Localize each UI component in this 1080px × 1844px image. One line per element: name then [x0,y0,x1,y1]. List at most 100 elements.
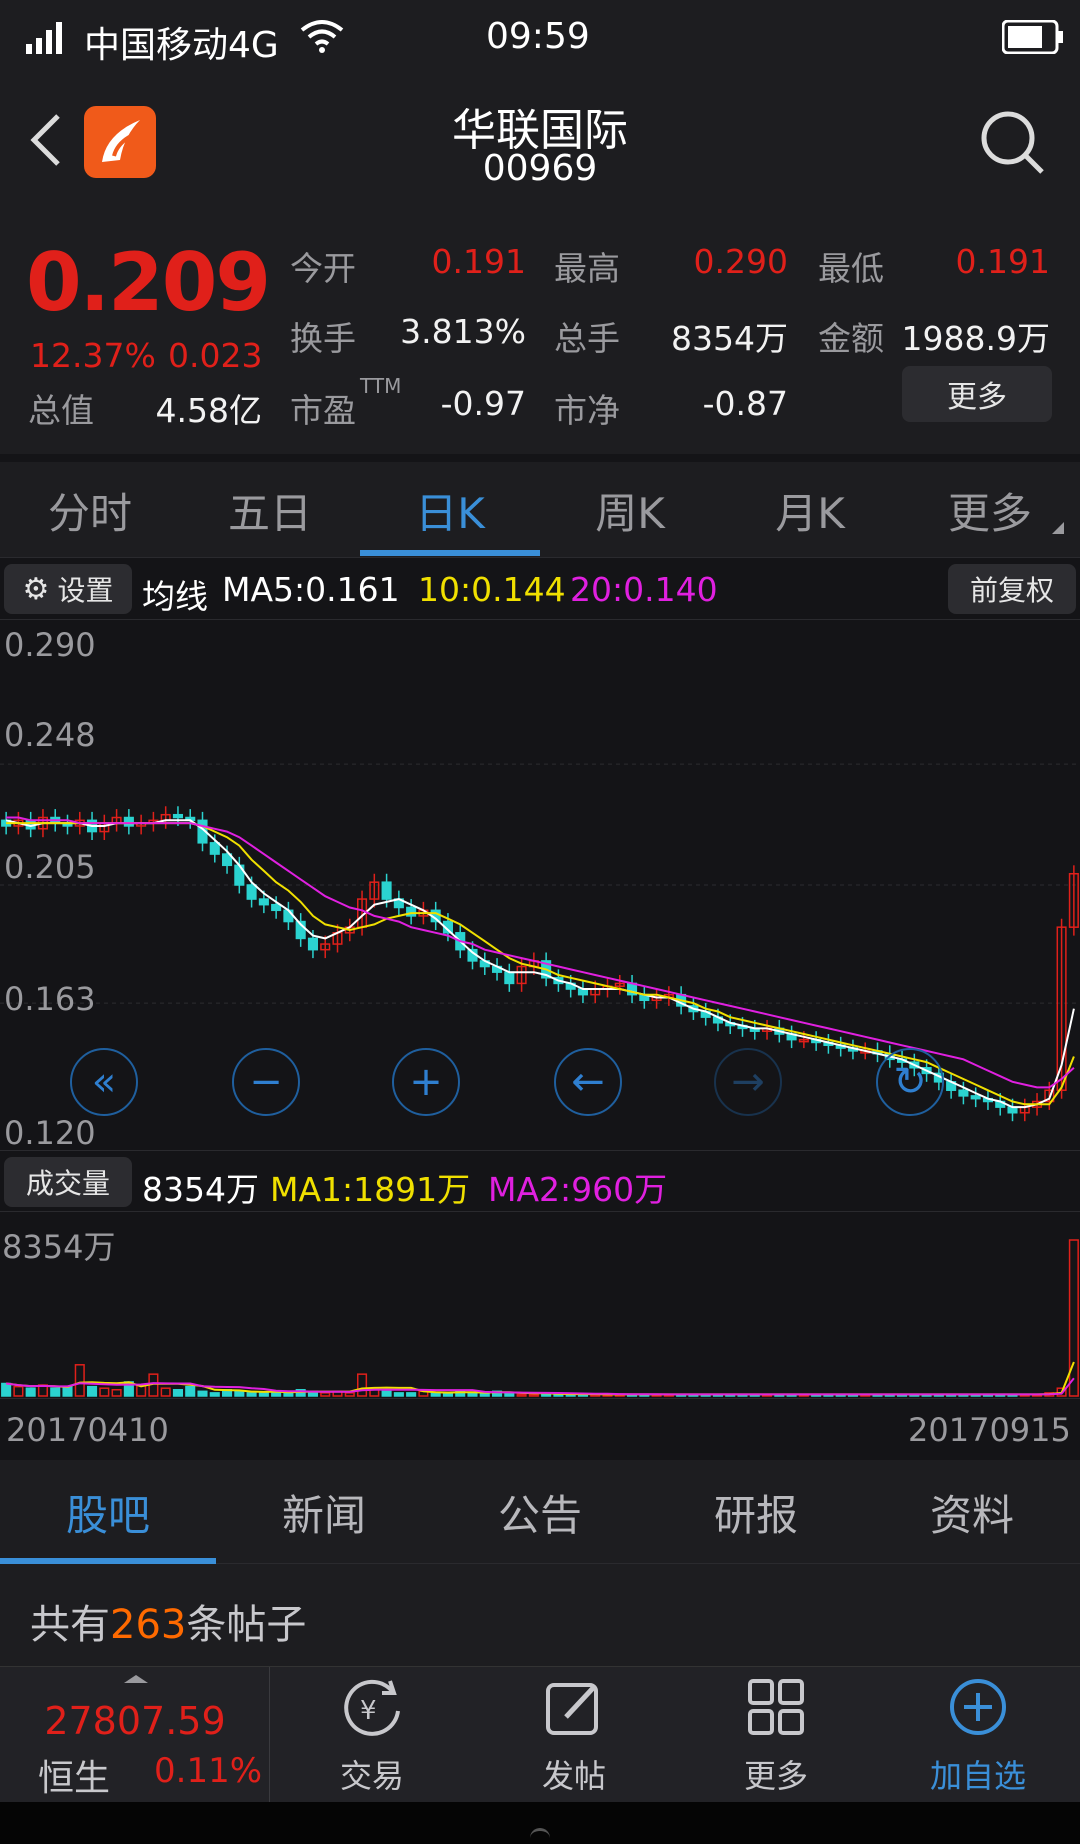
scroll-start-button[interactable]: « [70,1048,138,1116]
volume-bar [381,1390,392,1397]
volume-bar [320,1392,331,1397]
tab-announcements[interactable]: 公告 [432,1482,648,1543]
index-expand-icon [124,1675,148,1683]
stock-code: 00969 [482,148,598,189]
kline-chart[interactable]: 0.290 0.248 0.205 0.163 0.120 « − + ← → … [0,620,1080,1152]
tab-research[interactable]: 研报 [648,1482,864,1543]
chart-tabs: 分时 五日 日K 周K 月K 更多 [0,462,1080,558]
tab-more-indicator-icon [1052,522,1064,534]
svg-text:¥: ¥ [360,1696,377,1726]
candle-body [258,898,269,906]
trade-button[interactable]: 交易 [272,1751,472,1797]
tab-five-day[interactable]: 五日 [180,480,360,541]
volume-plot [1,1239,1079,1397]
volume-indicator-button[interactable]: 成交量 [4,1157,132,1207]
volume-bar [528,1393,539,1397]
add-watchlist-button[interactable]: 加自选 [878,1751,1078,1797]
settings-button[interactable]: ⚙ 设置 [4,564,132,614]
pb-label: 市净 [554,391,620,430]
tab-forum[interactable]: 股吧 [0,1482,216,1543]
y-tick-2: 0.205 [4,848,96,886]
scroll-left-button[interactable]: ← [554,1048,622,1116]
carrier-label: 中国移动4G [84,25,279,66]
settings-label: 设置 [57,574,114,607]
tab-intraday[interactable]: 分时 [0,480,180,541]
more-menu-button[interactable]: 更多 [676,1751,876,1797]
ma20-value: 20:0.140 [570,570,718,609]
volume-max-label: 8354万 [2,1228,116,1266]
more-button[interactable]: 更多 [902,366,1052,422]
home-indicator[interactable] [530,1828,550,1838]
post-count-suffix: 条帖子 [186,1602,307,1648]
amount-value: 1988.9万 [901,319,1050,358]
trade-icon: ¥ [338,1677,406,1741]
high-label: 最高 [554,249,620,288]
volume-bar [13,1385,24,1397]
amount-label: 金额 [818,319,884,358]
search-icon[interactable] [978,108,1046,180]
low-label: 最低 [818,249,884,288]
volume-ma1-line [5,1361,1075,1396]
ma20-line [6,816,1075,1089]
zoom-in-button[interactable]: + [392,1048,460,1116]
battery-icon [1001,19,1064,58]
volume-bar [1,1382,12,1397]
post-count-text: 共有263条帖子 [30,1592,306,1650]
wifi-icon [300,18,344,58]
volume-label: 总手 [554,319,620,358]
candle-body [970,1095,981,1100]
y-tick-3: 0.163 [4,980,96,1018]
index-name: 恒生 [38,1758,111,1799]
volume-value: 8354万 [671,319,788,358]
change-pct: 12.37% [30,336,156,375]
volume-bar [172,1389,183,1397]
volume-bar [160,1387,171,1397]
back-icon[interactable] [28,112,64,172]
adjust-button[interactable]: 前复权 [948,564,1076,614]
low-value: 0.191 [955,242,1050,281]
index-widget[interactable]: 27807.59 恒生 0.11% [0,1667,270,1803]
bottom-bar: 27807.59 恒生 0.11% ¥ 交易 发帖 更多 加自选 [0,1666,1080,1803]
post-count-prefix: 共有 [30,1602,110,1648]
tab-weekly-k[interactable]: 周K [540,480,720,541]
candle-body [271,903,282,912]
pe-value: -0.97 [440,384,526,423]
volume-ma2-line [5,1377,1075,1396]
volume-bar [99,1387,110,1397]
post-button[interactable]: 发帖 [474,1751,674,1797]
post-count-number: 263 [110,1602,187,1648]
last-price: 0.209 [26,236,271,329]
app-header: 华联国际 00969 [0,80,1080,200]
change-amount: 0.023 [168,336,263,375]
candle-body [504,971,515,985]
volume-bar [406,1392,417,1397]
turnover-value: 3.813% [400,312,526,351]
scroll-right-button[interactable]: → [714,1048,782,1116]
volume-bar [357,1373,368,1397]
clock: 09:59 [486,16,590,57]
volume-chart[interactable]: 8354万 [0,1212,1080,1398]
volume-bar [1068,1239,1079,1397]
gear-icon: ⚙ [22,571,50,607]
volume-bar [393,1392,404,1397]
reset-button[interactable]: ↻ [876,1048,944,1116]
volume-bar [234,1390,245,1397]
zoom-out-button[interactable]: − [232,1048,300,1116]
start-date: 20170410 [6,1411,169,1449]
tab-monthly-k[interactable]: 月K [720,480,900,541]
y-tick-0: 0.290 [4,626,96,664]
system-nav-bar [0,1802,1080,1844]
tab-news[interactable]: 新闻 [216,1482,432,1543]
volume-bar [50,1387,61,1397]
y-tick-4: 0.120 [4,1114,96,1152]
ma10-value: 10:0.144 [418,570,566,609]
tab-daily-k[interactable]: 日K [360,480,540,541]
tab-profile[interactable]: 资料 [864,1482,1080,1543]
ma5-value: MA5:0.161 [222,570,400,609]
section-tabs: 股吧 新闻 公告 研报 资料 [0,1460,1080,1564]
active-tab-underline [360,550,540,556]
volume-bar [87,1385,98,1397]
grid-icon [746,1677,806,1741]
open-label: 今开 [290,249,356,288]
signal-icon [26,22,66,54]
